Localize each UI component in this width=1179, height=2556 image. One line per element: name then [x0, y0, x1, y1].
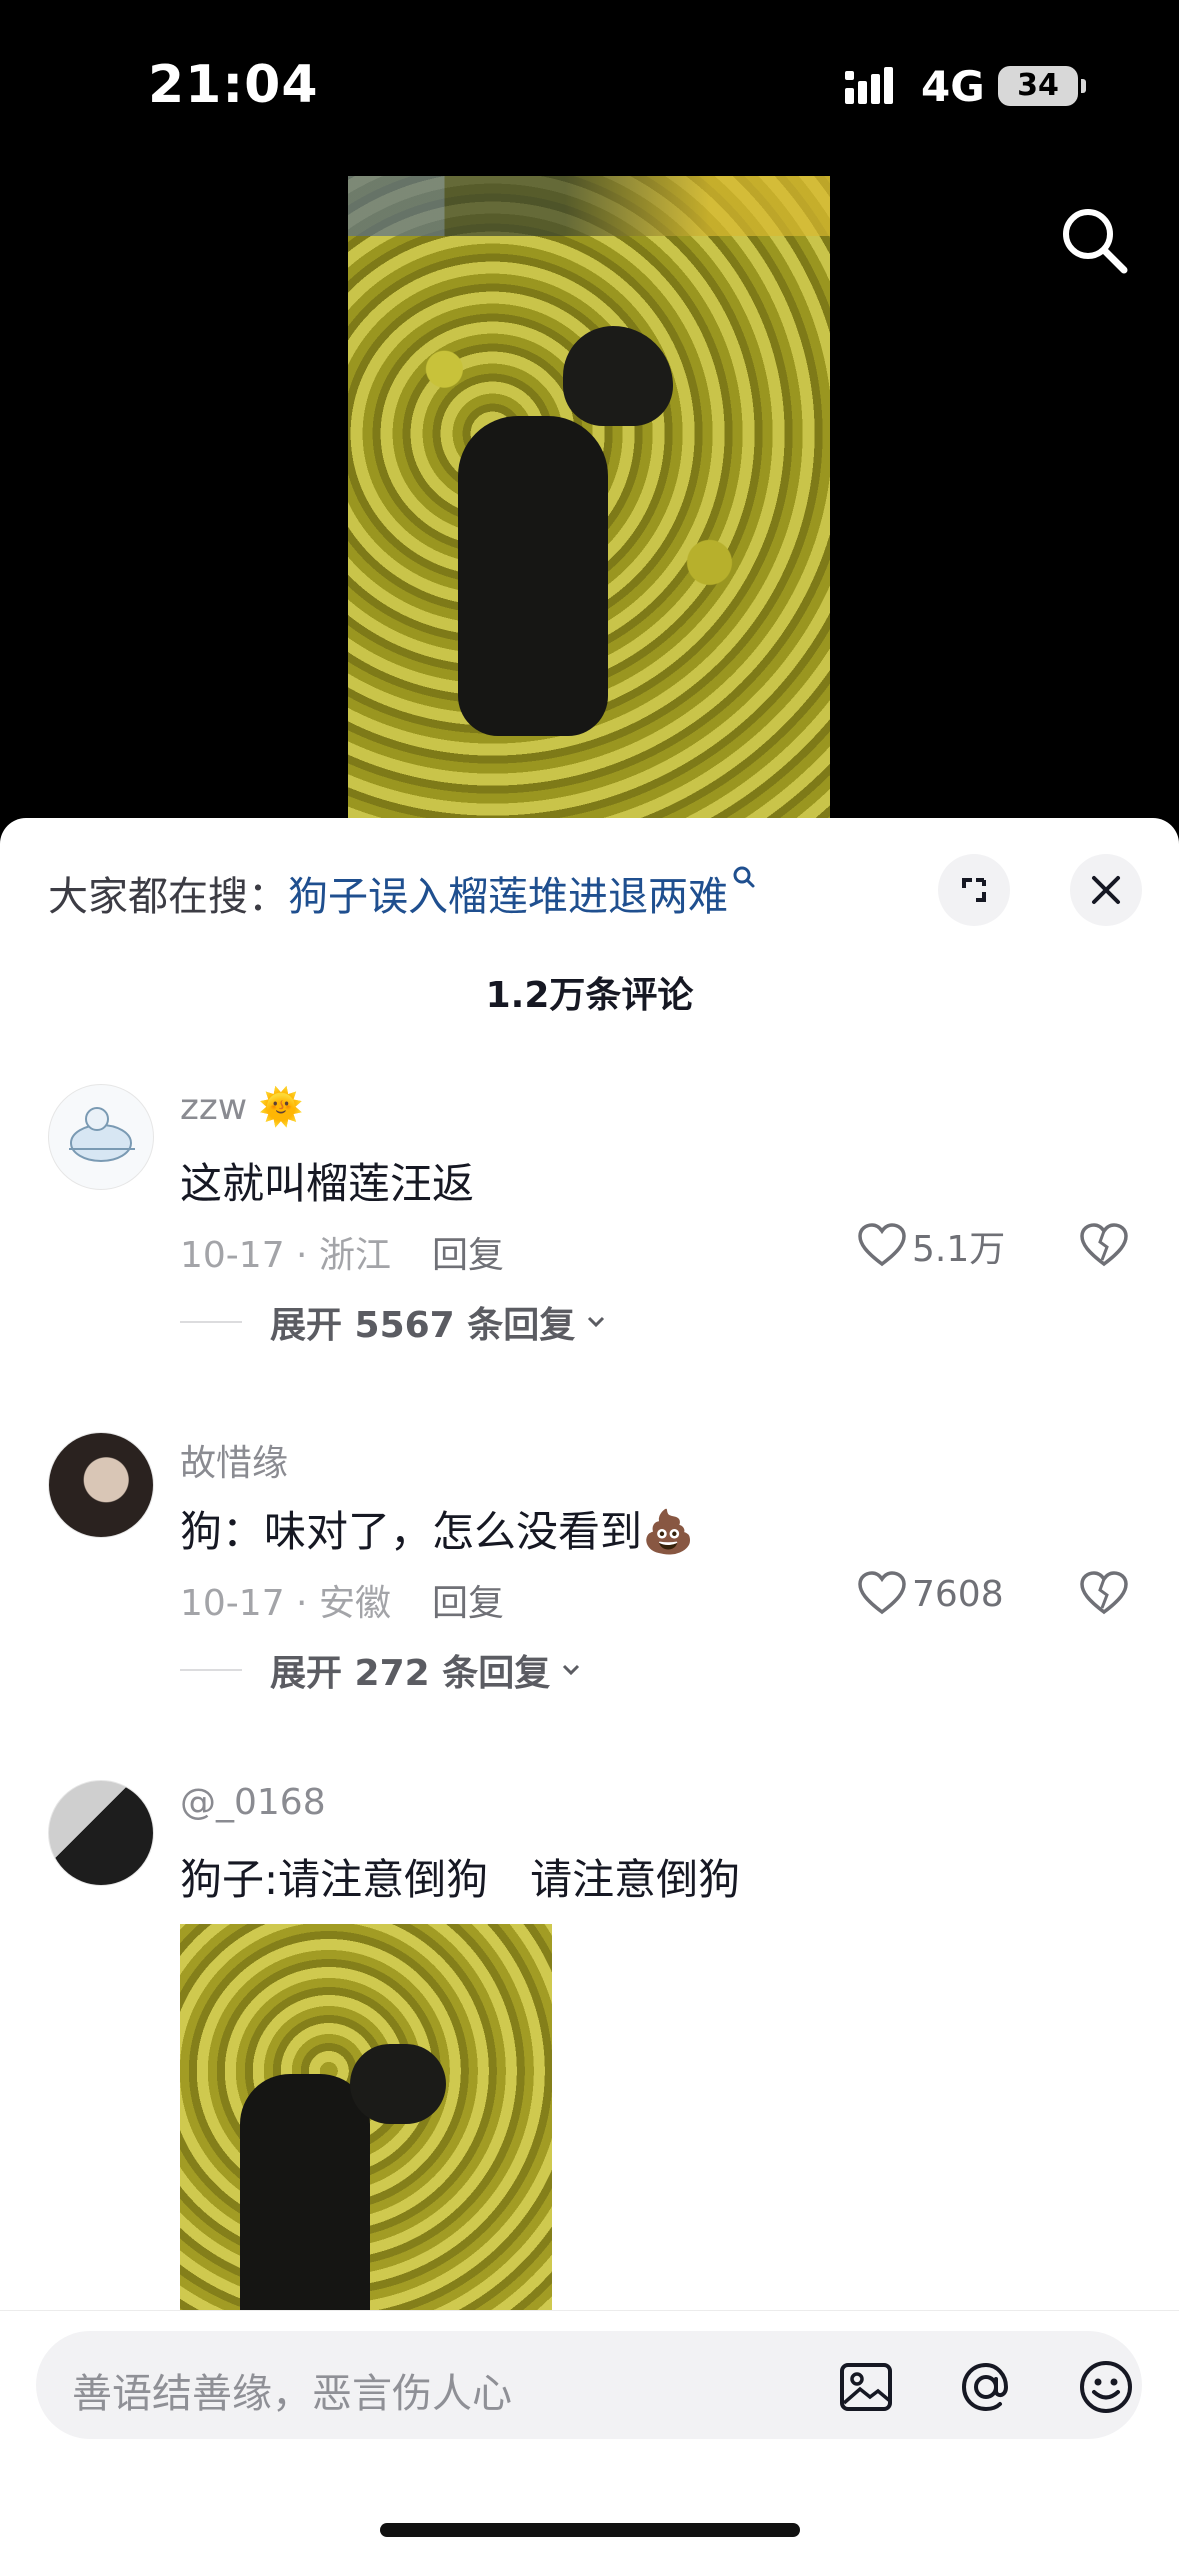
comment-sheet: 大家都在搜：狗子误入榴莲堆进退两难 1.2万条评论 zzw 🌞 这就叫榴莲汪返 …	[0, 818, 1179, 2556]
broken-heart-icon[interactable]	[1076, 1220, 1132, 1272]
search-suggestion[interactable]: 大家都在搜：狗子误入榴莲堆进退两难	[48, 864, 756, 922]
comment-username[interactable]: zzw 🌞	[180, 1086, 304, 1128]
sun-emoji: 🌞	[258, 1087, 304, 1128]
expand-replies-label: 展开 5567 条回复	[270, 1305, 576, 1346]
like-count: 5.1万	[912, 1229, 1006, 1270]
search-icon[interactable]	[1054, 200, 1134, 280]
avatar[interactable]	[48, 1084, 154, 1190]
search-suggestion-query[interactable]: 狗子误入榴莲堆进退两难	[288, 874, 728, 920]
avatar-sketch	[69, 1107, 135, 1162]
close-icon	[1092, 876, 1120, 904]
avatar[interactable]	[48, 1780, 154, 1886]
video-thumbnail[interactable]	[348, 176, 830, 820]
broken-heart-icon[interactable]	[1076, 1568, 1132, 1620]
comment-image[interactable]	[180, 1924, 552, 2344]
small-search-icon	[733, 866, 755, 888]
dog-head	[350, 2044, 446, 2124]
dog-head	[563, 326, 673, 426]
expand-replies[interactable]: 展开 272 条回复	[180, 1644, 586, 1696]
search-suggestion-prefix: 大家都在搜：	[48, 874, 288, 920]
heart-icon	[858, 1223, 906, 1267]
like-button[interactable]: 5.1万	[856, 1218, 1005, 1274]
close-button[interactable]	[1070, 854, 1142, 926]
input-placeholder: 善语结善缘，恶言伤人心	[72, 2371, 512, 2417]
reply-button[interactable]: 回复	[432, 1574, 504, 1626]
dog-figure	[458, 416, 608, 736]
expand-replies[interactable]: 展开 5567 条回复	[180, 1296, 611, 1348]
comment-count: 1.2万条评论	[485, 975, 694, 1016]
at-icon[interactable]	[956, 2357, 1016, 2417]
home-indicator[interactable]	[380, 2523, 800, 2537]
heart-icon	[858, 1571, 906, 1615]
expand-replies-label: 展开 272 条回复	[270, 1653, 551, 1694]
chevron-down-icon	[588, 1316, 605, 1328]
like-count: 7608	[912, 1573, 1004, 1615]
divider-line	[180, 1321, 242, 1323]
comment-input-bar: 善语结善缘，恶言伤人心	[0, 2310, 1179, 2556]
comment-meta: 10-17 · 浙江	[180, 1235, 391, 1276]
avatar[interactable]	[48, 1432, 154, 1538]
like-button[interactable]: 7608	[856, 1566, 1004, 1622]
comment-meta: 10-17 · 安徽	[180, 1583, 391, 1624]
divider-line	[180, 1669, 242, 1671]
comment-username[interactable]: 故惜缘	[180, 1434, 288, 1486]
comment-text: 狗子:请注意倒狗 请注意倒狗	[180, 1855, 741, 1904]
dog-figure	[240, 2074, 370, 2344]
video-area[interactable]	[0, 0, 1179, 820]
emoji-icon[interactable]	[1076, 2357, 1136, 2417]
chevron-down-icon	[563, 1664, 580, 1676]
username-text: zzw	[180, 1087, 248, 1128]
comment-input[interactable]: 善语结善缘，恶言伤人心	[36, 2331, 1142, 2439]
video-background-people	[348, 176, 830, 236]
comment-text: 狗：味对了，怎么没看到💩	[180, 1507, 695, 1556]
expand-button[interactable]	[938, 854, 1010, 926]
image-icon[interactable]	[836, 2357, 896, 2417]
comment-username[interactable]: @_0168	[180, 1782, 326, 1823]
comment-text: 这就叫榴莲汪返	[180, 1159, 475, 1208]
reply-button[interactable]: 回复	[432, 1226, 504, 1278]
expand-icon	[962, 878, 986, 902]
